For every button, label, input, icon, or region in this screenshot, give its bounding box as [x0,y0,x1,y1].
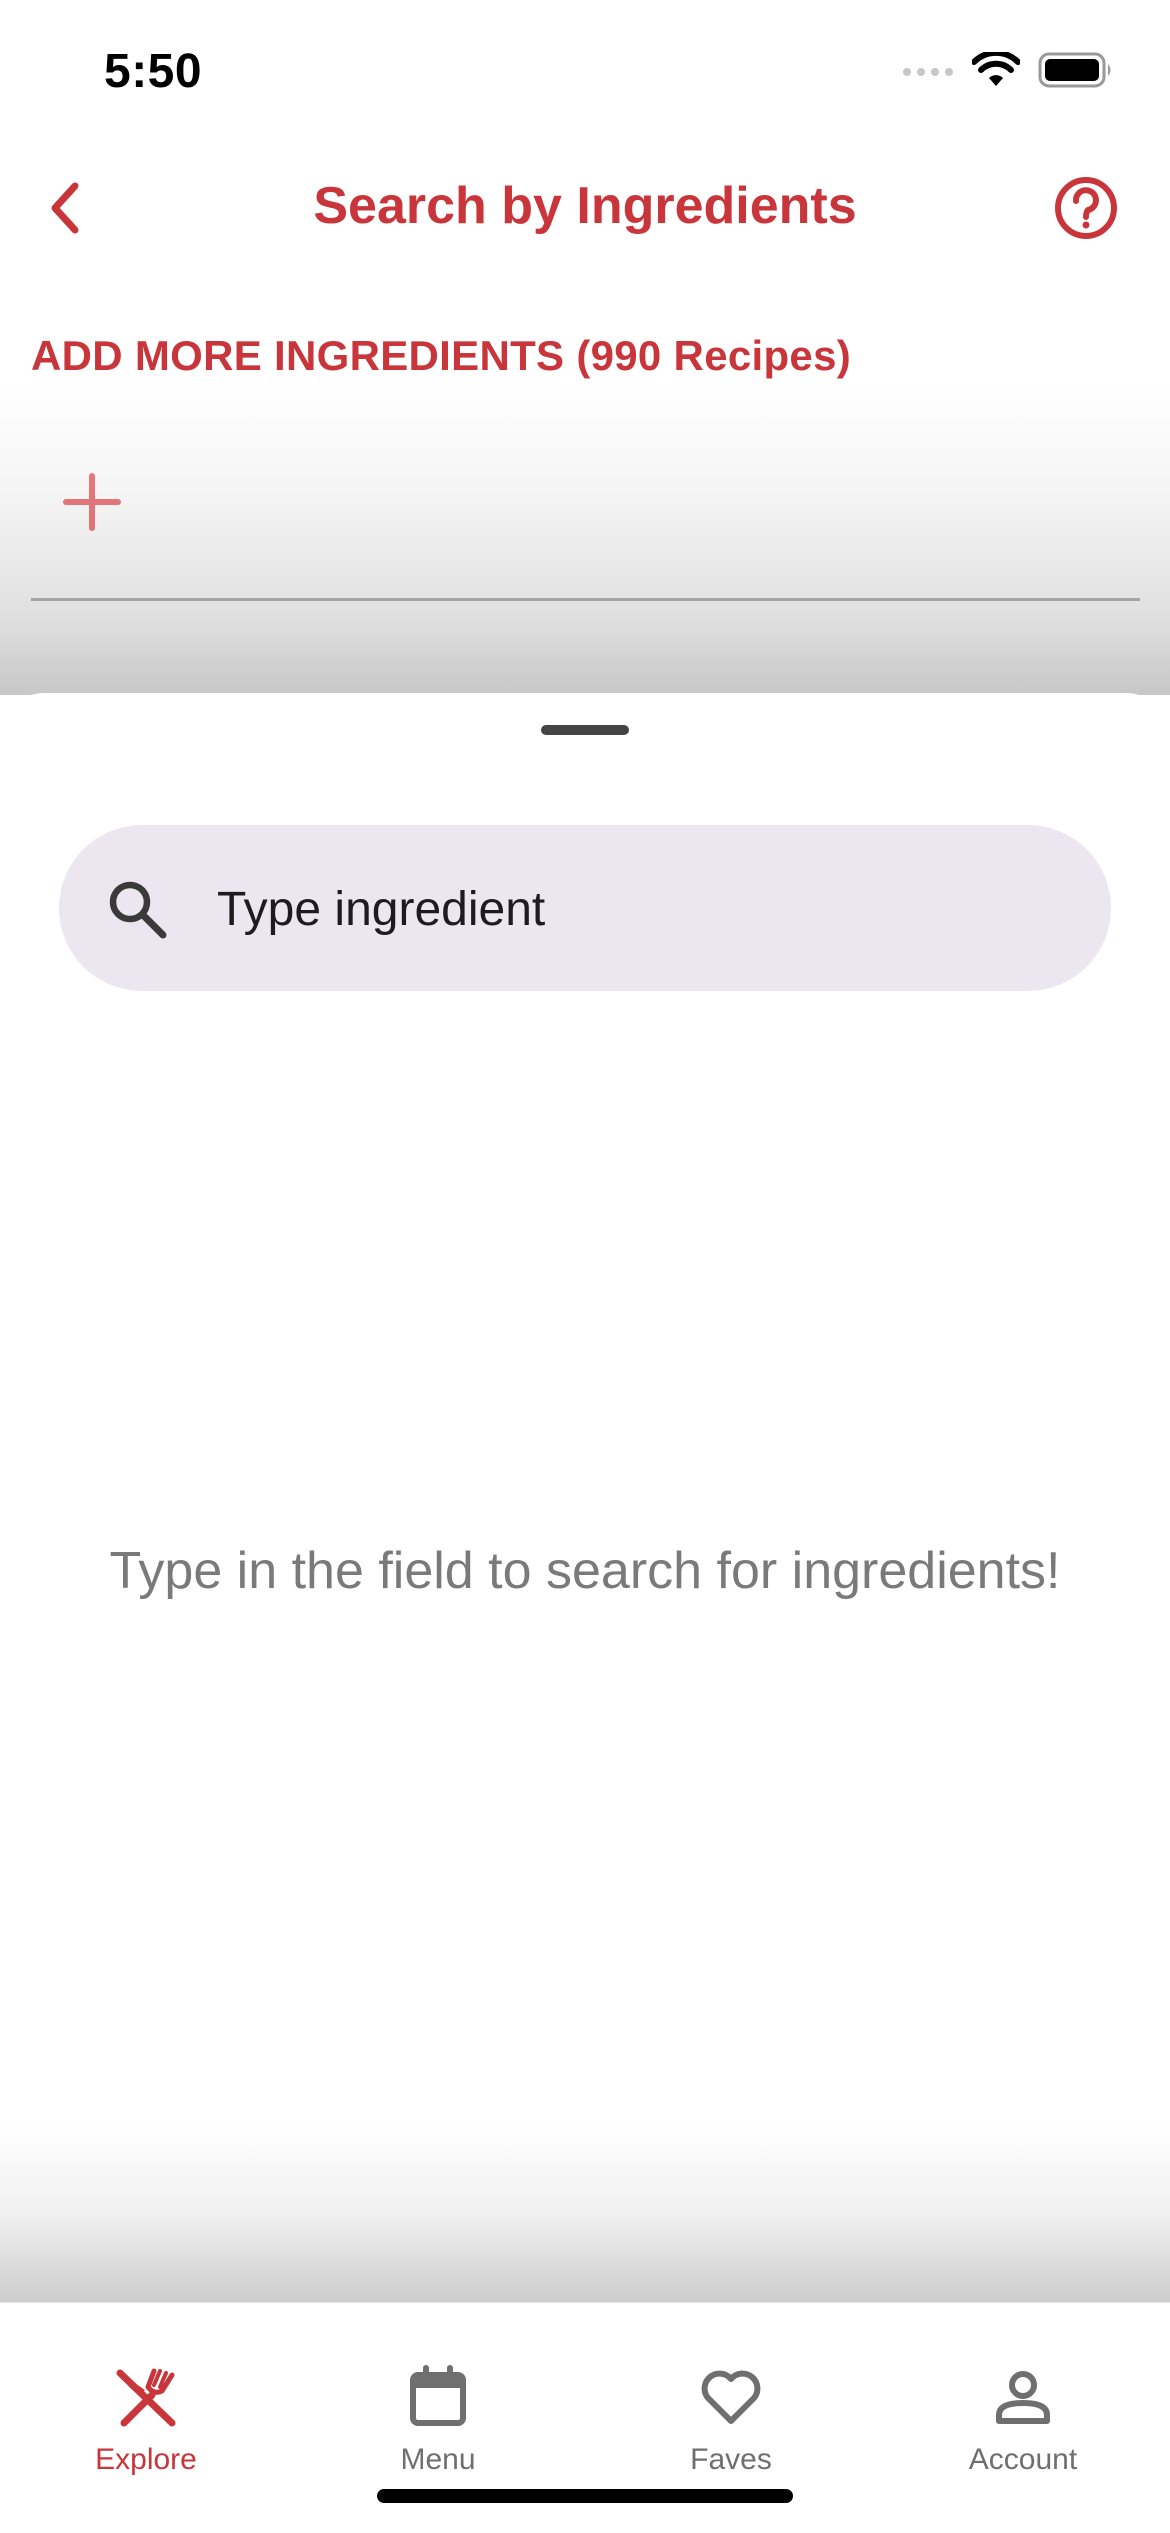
cellular-signal-icon [903,68,953,76]
sheet-scrim [0,380,1170,695]
wifi-icon [972,52,1020,86]
nav-item-menu[interactable]: Menu [328,2365,548,2485]
help-button[interactable] [1050,172,1122,244]
home-indicator [377,2489,793,2503]
heart-icon [701,2370,761,2424]
nav-label: Account [968,2443,1078,2476]
nav-item-explore[interactable]: Explore [36,2365,256,2485]
sheet-bottom-shadow [0,2123,1170,2303]
ingredient-search-sheet: Type in the field to search for ingredie… [0,693,1170,2303]
status-icons [902,52,1114,88]
top-app-bar: Search by Ingredients [0,140,1170,275]
status-time: 5:50 [104,45,203,98]
empty-state-message: Type in the field to search for ingredie… [109,1542,1061,1600]
fork-knife-icon [116,2368,176,2427]
search-input[interactable] [215,865,1079,953]
drag-handle[interactable] [541,725,629,735]
search-bar[interactable] [59,825,1111,991]
nav-label: Menu [400,2443,476,2476]
nav-item-account[interactable]: Account [913,2365,1133,2485]
question-circle-icon [1055,177,1117,239]
status-bar: 5:50 [0,0,1170,140]
nav-item-faves[interactable]: Faves [621,2365,841,2485]
person-icon [996,2371,1050,2424]
battery-icon [1038,52,1111,88]
calendar-icon [410,2365,466,2426]
nav-label: Faves [690,2443,772,2476]
page-title: Search by Ingredients [313,177,857,235]
nav-label: Explore [95,2443,197,2476]
add-ingredients-header: ADD MORE INGREDIENTS (990 Recipes) [31,332,852,379]
search-icon [109,881,167,939]
